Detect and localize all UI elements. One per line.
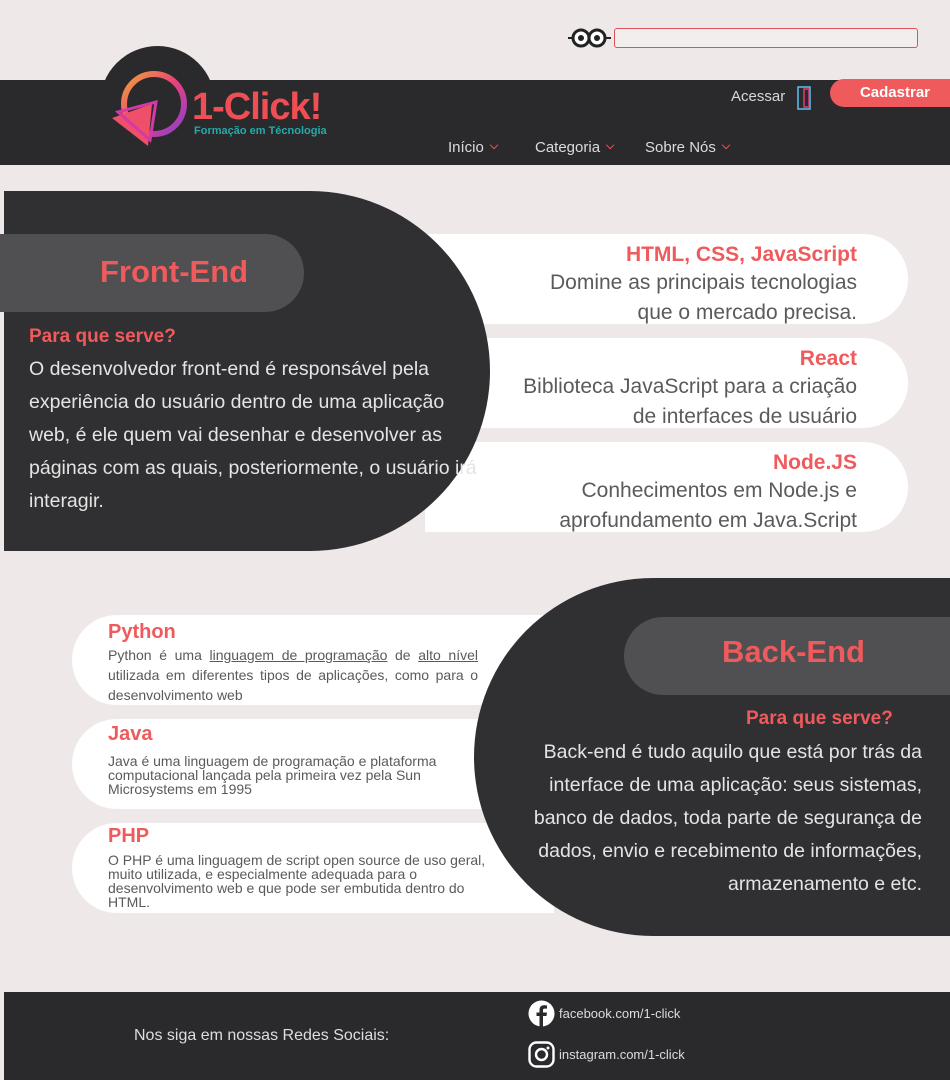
brand-tagline: Formação em Técnologia: [194, 125, 327, 137]
lang-desc: Java é uma linguagem de programação e pl…: [108, 753, 437, 797]
skill-desc-line: Domine as principais tecnologias: [550, 271, 857, 294]
skill-card-node[interactable]: Node.JS Conhecimentos em Node.js e aprof…: [425, 442, 908, 532]
nav-item-label: Sobre Nós: [645, 139, 716, 156]
backend-question: Para que serve?: [746, 708, 893, 729]
skill-card-html[interactable]: HTML, CSS, JavaScript Domine as principa…: [425, 234, 908, 324]
follow-label: Nos siga em nossas Redes Sociais:: [134, 1027, 390, 1044]
skill-title: Node.JS: [772, 451, 857, 474]
chevron-down-icon: ⌵: [489, 140, 499, 152]
lang-card-python[interactable]: Python Python é uma linguagem de program…: [72, 615, 554, 705]
facebook-icon: [528, 1000, 555, 1027]
signup-button[interactable]: Cadastrar: [830, 79, 950, 107]
skill-title: HTML, CSS, JavaScript: [625, 243, 857, 266]
link-linguagem-programacao[interactable]: linguagem de programação: [209, 647, 387, 663]
glasses-icon[interactable]: [566, 27, 612, 49]
frontend-question: Para que serve?: [29, 326, 176, 347]
door-icon[interactable]: [796, 86, 812, 110]
skill-desc-line: Conhecimentos em Node.js e: [581, 479, 857, 502]
backend-description: Back-end é tudo aquilo que está por trás…: [533, 741, 922, 895]
skill-card-react[interactable]: React Biblioteca JavaScript para a criaç…: [425, 338, 908, 428]
frontend-description: O desenvolvedor front-end é responsável …: [29, 358, 477, 512]
nav-item-label: Categoria: [535, 139, 601, 156]
skill-desc-line: que o mercado precisa.: [637, 301, 857, 324]
nav-item-inicio[interactable]: Início ⌵: [448, 139, 498, 156]
lang-title: PHP: [108, 825, 150, 847]
skill-desc-line: aprofundamento em Java.Script: [559, 509, 857, 532]
instagram-link[interactable]: instagram.com/1-click: [528, 1041, 685, 1068]
lang-title: Python: [108, 621, 176, 643]
instagram-icon: [528, 1041, 555, 1068]
link-alto-nivel[interactable]: alto nível: [418, 647, 478, 663]
lang-desc-text: de: [387, 647, 419, 663]
instagram-url: instagram.com/1-click: [559, 1047, 685, 1062]
skill-desc-line: Biblioteca JavaScript para a criação: [523, 375, 857, 398]
frontend-title: Front-End: [100, 254, 249, 289]
lang-desc-text: Python é uma: [108, 647, 210, 663]
search-input[interactable]: [614, 28, 918, 48]
lang-card-php[interactable]: PHP O PHP é uma linguagem de script open…: [72, 823, 554, 913]
chevron-down-icon: ⌵: [606, 140, 615, 152]
login-link[interactable]: Acessar: [731, 88, 785, 105]
backend-title: Back-End: [722, 634, 865, 669]
facebook-url: facebook.com/1-click: [559, 1006, 681, 1021]
nav-item-sobre-nos[interactable]: Sobre Nós ⌵: [645, 139, 730, 156]
nav-item-categoria[interactable]: Categoria ⌵: [535, 139, 614, 156]
lang-desc: Python é uma linguagem de programação de…: [108, 645, 478, 705]
lang-title: Java: [108, 723, 153, 745]
lang-desc-text: utilizada em diferentes tipos de aplicaç…: [108, 667, 478, 703]
skill-desc-line: de interfaces de usuário: [632, 405, 857, 428]
skill-title: React: [799, 347, 857, 370]
chevron-down-icon: ⌵: [721, 140, 731, 152]
lang-desc: O PHP é uma linguagem de script open sou…: [108, 852, 486, 910]
brand-name[interactable]: 1-Click!: [192, 86, 322, 129]
logo-play-icon[interactable]: [112, 68, 190, 146]
facebook-link[interactable]: facebook.com/1-click: [528, 1000, 680, 1027]
nav-item-label: Início: [448, 139, 484, 156]
